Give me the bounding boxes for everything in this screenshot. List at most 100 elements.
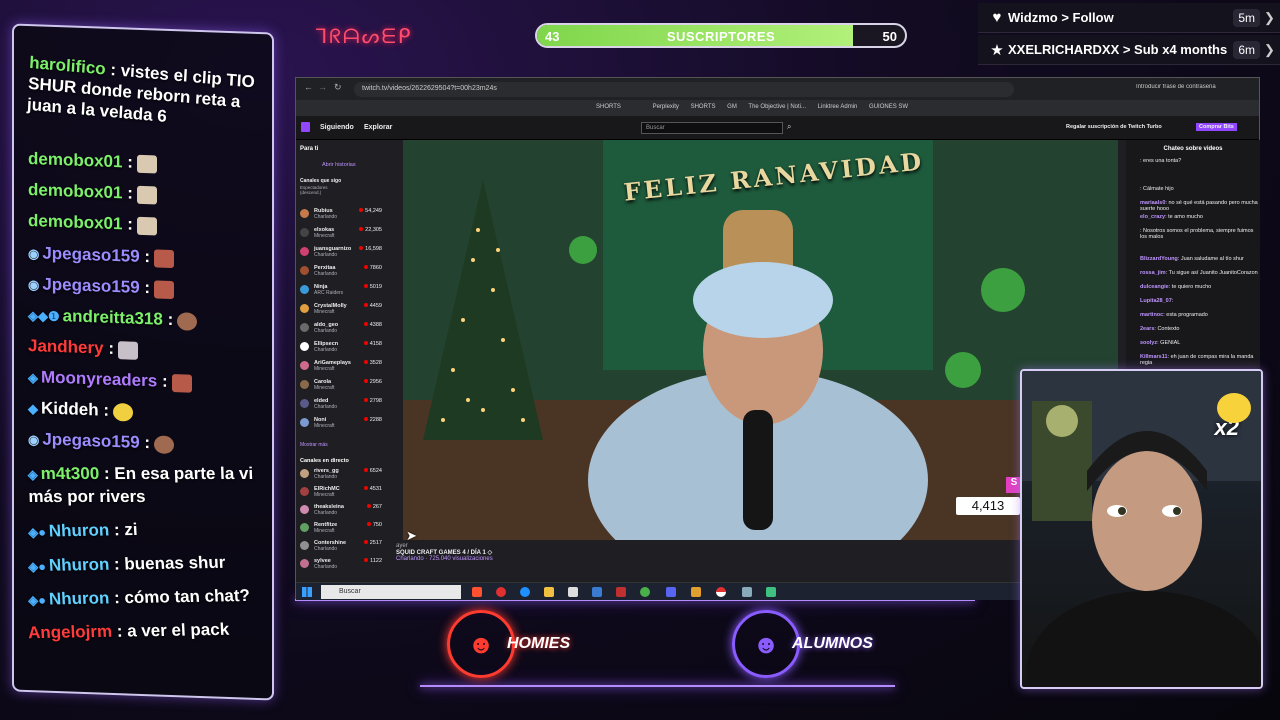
twitch-search-input[interactable]: Buscar [641,122,783,134]
search-icon[interactable]: ⌕ [787,122,791,132]
alert-text: Widzmo > Follow [1008,10,1114,25]
emote-icon [154,248,175,268]
chat-username: Jpegaso159 [42,429,140,452]
reload-icon[interactable]: ↻ [334,82,342,93]
sidebar-channel[interactable]: AriGameplays Minecraft 3528 [300,360,382,376]
neon-sign: ᒣᖇᗩᔕᗴᑭ [315,26,413,48]
sidebar-channel[interactable]: aldo_geo Charlando 4388 [300,322,382,338]
sidebar-title: Para ti [300,146,319,152]
channel-viewers: 16,598 [359,246,382,252]
channel-avatar [300,304,309,313]
sidebar-channel[interactable]: Noni Minecraft 2288 [300,417,382,433]
chat-username: m4t300 [40,464,100,484]
discord-icon[interactable] [666,587,676,597]
sidebar-channel[interactable]: Ninja ARC Raiders 5019 [300,284,382,300]
chat-message: Angelojrm : a ver el pack [28,620,230,644]
sidebar-channel[interactable]: ElRichMC Minecraft 4531 [300,486,382,502]
windows-start-icon[interactable] [302,587,312,597]
bookmark[interactable]: GM [727,104,737,110]
app-icon[interactable] [592,587,602,597]
emote-icon [154,434,175,454]
sidebar-channel[interactable]: Rubius Charlando 54,249 [300,208,382,224]
bookmark[interactable]: SHORTS [691,104,716,110]
channel-viewers: 4388 [364,322,382,328]
sidebar-channel[interactable]: rivers_gg Charlando 6524 [300,468,382,484]
video-title[interactable]: SQUID CRAFT GAMES 4 / DÍA 1 ◇ [396,549,696,556]
twitch-logo-icon[interactable] [301,122,310,132]
subscriber-goal-label: SUSCRIPTORES [666,29,776,44]
app-icon[interactable] [616,587,626,597]
chat-username: rossa_jim [1140,270,1166,276]
webcam-feed: x2 [1020,369,1263,689]
emote-icon [136,154,157,174]
chat-text: : [144,433,151,453]
app-icon[interactable] [691,587,701,597]
pokeball-icon[interactable] [716,587,726,597]
channel-viewers: 5019 [364,284,382,290]
brave-icon[interactable] [472,587,482,597]
video-chat-message: mariaals0: no sé qué está pasando pero m… [1140,200,1258,212]
channel-avatar [300,323,309,332]
sidebar-channel[interactable]: Rentfitze Minecraft 750 [300,522,382,538]
app-icon[interactable] [766,587,776,597]
opera-icon[interactable] [496,587,506,597]
channel-avatar [300,361,309,370]
taskbar-search[interactable]: Buscar [321,585,461,599]
emoji-icon [1217,393,1251,423]
emote-icon [154,279,175,299]
chrome-icon[interactable] [640,587,650,597]
video-chat-message: Killmars11: eh juan de compas mira la ma… [1140,354,1258,366]
nav-following[interactable]: Siguiendo [320,124,354,131]
bookmark[interactable]: SHORTS [596,104,621,110]
channel-avatar [300,266,309,275]
sidebar-channel[interactable]: CrystalMolly Minecraft 4459 [300,303,382,319]
edge-icon[interactable] [520,587,530,597]
sidebar-channel[interactable]: Contershine Charlando 2517 [300,540,382,556]
bookmark[interactable]: Perplexity [653,104,679,110]
chat-message: ◆ Kiddeh : [28,398,134,422]
nav-browse[interactable]: Explorar [364,124,392,131]
turbo-button[interactable]: Regalar suscripción de Twitch Turbo [1066,124,1171,130]
password-hint[interactable]: Introducir frase de contraseña [1136,84,1246,95]
chat-text: : [103,400,110,420]
video-chat-message: Lupita28_07: [1140,298,1258,304]
chat-message: ◈ m4t300 : En esa parte la vi más por riv… [27,463,264,508]
sidebar-channel[interactable]: elded Charlando 2798 [300,398,382,414]
chat-message: demobox01 : [28,149,157,174]
app-icon[interactable] [742,587,752,597]
chat-text: : buenas shur [113,552,226,574]
alert-time: 5m [1233,8,1260,27]
forward-icon[interactable]: → [318,82,327,92]
chat-text: : [144,247,151,267]
channel-game: Minecraft [314,233,335,239]
twitch-sidebar: Para ti Abrir historias Canales que sigo… [296,140,384,580]
bookmark[interactable]: Linktree Admin [818,104,858,110]
address-bar[interactable]: twitch.tv/videos/2622629504?t=00h23m24s [354,82,1014,97]
store-icon[interactable] [568,587,578,597]
badge-icon: ◈● [27,524,47,540]
bookmark[interactable]: GUIONES SW [869,104,908,110]
chevron-right-icon: ❯ [1264,41,1275,57]
sidebar-channel[interactable]: Ellipsecn Charlando 4158 [300,341,382,357]
badge-icon: ◉ [28,276,40,293]
chat-text: : a ver el pack [116,619,230,641]
bits-button[interactable]: Comprar Bits [1196,123,1237,131]
sidebar-channel[interactable]: Carola Minecraft 2956 [300,379,382,395]
sidebar-channel[interactable]: theaksleina Charlando 267 [300,504,382,520]
chat-message: demobox01 : [28,180,157,205]
bookmark[interactable]: The Objective | Noti... [748,104,806,110]
sidebar-channel[interactable]: elxokas Minecraft 22,305 [300,227,382,243]
sidebar-channel[interactable]: Perxitaa Charlando 7860 [300,265,382,281]
stories-button[interactable]: Abrir historias [322,162,356,168]
sidebar-channel[interactable]: juansguarnizo Charlando 16,598 [300,246,382,262]
channel-game: Charlando [314,271,338,277]
back-icon[interactable]: ← [304,82,313,92]
show-more-link[interactable]: Mostrar más [300,442,328,448]
channel-avatar [300,228,309,237]
chat-message: Jandhery : [28,336,138,360]
chat-text: : [127,214,133,234]
channel-viewers: 2517 [364,540,382,546]
sidebar-channel[interactable]: sylvee Charlando 1122 [300,558,382,574]
folder-icon[interactable] [544,587,554,597]
channel-game: Minecraft [314,366,335,372]
